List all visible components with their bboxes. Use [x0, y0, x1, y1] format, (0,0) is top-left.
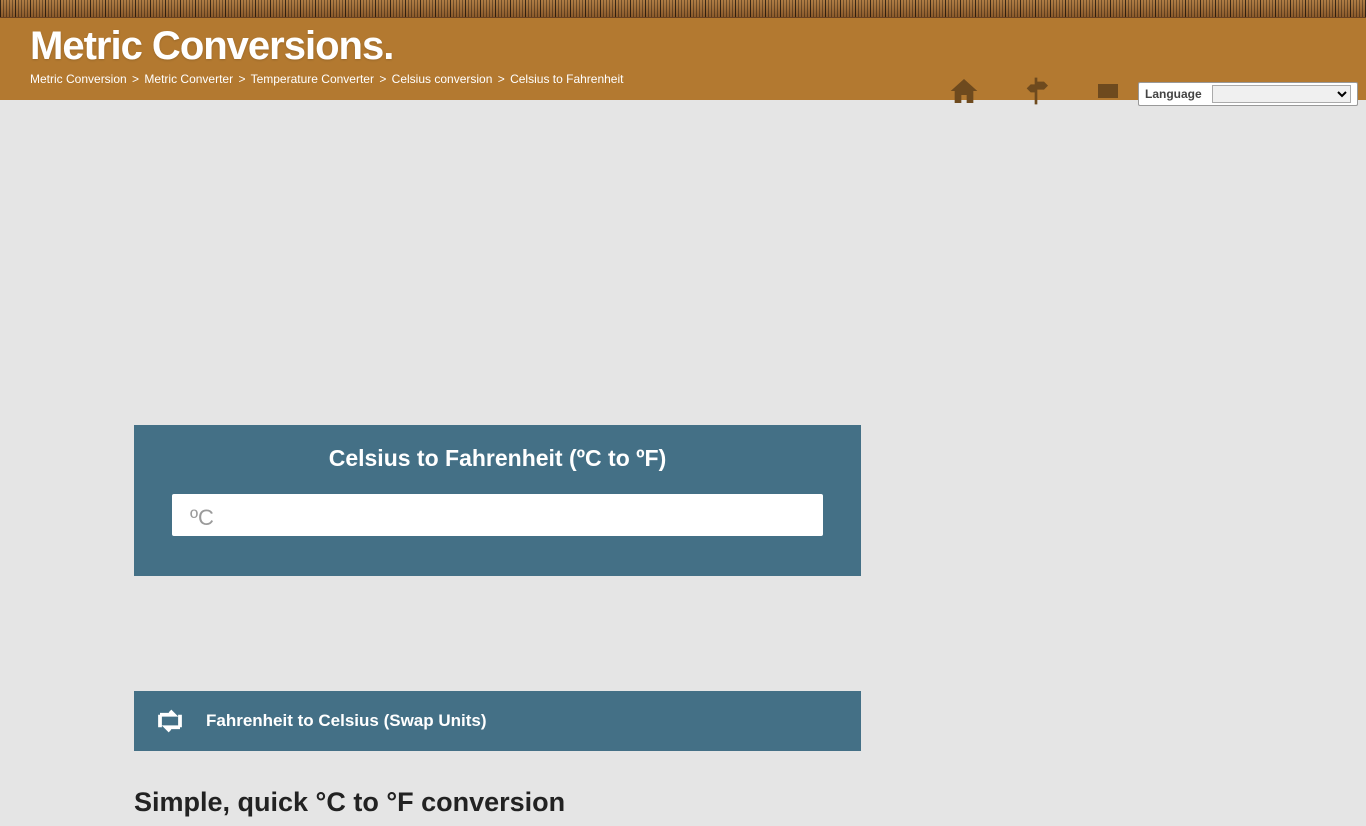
- breadcrumb-link-home[interactable]: Metric Conversion: [30, 72, 127, 86]
- converter-title: Celsius to Fahrenheit (ºC to ºF): [164, 445, 831, 472]
- breadcrumb-link-converter[interactable]: Metric Converter: [144, 72, 233, 86]
- site-header: Metric Conversions. Metric Conversion > …: [0, 18, 1366, 100]
- language-select[interactable]: [1212, 85, 1351, 103]
- site-logo[interactable]: Metric Conversions.: [30, 22, 1336, 66]
- mail-icon[interactable]: [1090, 73, 1126, 109]
- unit-prefix-label: ºC: [172, 494, 222, 536]
- celsius-input[interactable]: [222, 494, 823, 536]
- breadcrumb-separator: >: [496, 72, 507, 86]
- content-gap: [134, 576, 1366, 691]
- language-selector: Language: [1138, 82, 1358, 106]
- breadcrumb-current: Celsius to Fahrenheit: [510, 72, 623, 86]
- main-content: Celsius to Fahrenheit (ºC to ºF) ºC Fahr…: [0, 425, 1366, 826]
- swap-units-button[interactable]: Fahrenheit to Celsius (Swap Units): [134, 691, 861, 751]
- breadcrumb-separator: >: [130, 72, 141, 86]
- converter-input-row: ºC: [172, 494, 823, 536]
- signpost-icon[interactable]: [1018, 73, 1054, 109]
- ruler-decoration: [0, 0, 1366, 18]
- language-label: Language: [1145, 87, 1202, 101]
- ad-placeholder: [0, 100, 1366, 425]
- swap-units-label: Fahrenheit to Celsius (Swap Units): [206, 711, 487, 731]
- breadcrumb-separator: >: [236, 72, 247, 86]
- header-icon-row: [946, 73, 1126, 109]
- breadcrumb-link-temperature[interactable]: Temperature Converter: [251, 72, 374, 86]
- section-heading: Simple, quick °C to °F conversion: [134, 787, 861, 826]
- converter-card: Celsius to Fahrenheit (ºC to ºF) ºC: [134, 425, 861, 576]
- home-icon[interactable]: [946, 73, 982, 109]
- swap-icon: [154, 705, 186, 737]
- breadcrumb-link-celsius[interactable]: Celsius conversion: [392, 72, 493, 86]
- breadcrumb-separator: >: [377, 72, 388, 86]
